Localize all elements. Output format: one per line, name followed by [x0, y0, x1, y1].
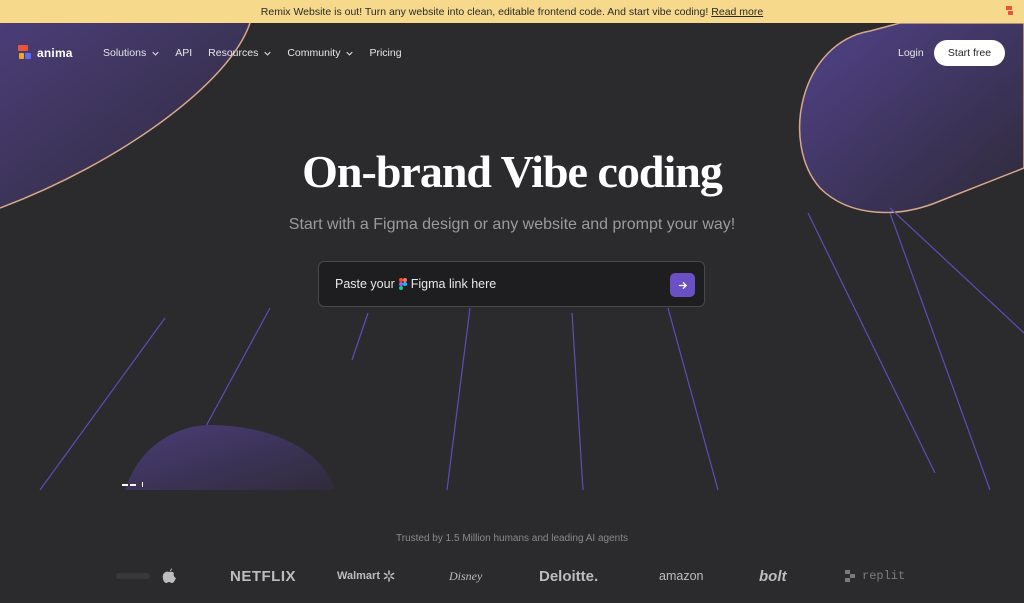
replit-text: replit: [862, 569, 906, 583]
replit-logo: replit: [845, 564, 905, 588]
trusted-text: Trusted by 1.5 Million humans and leadin…: [396, 533, 628, 544]
input-placeholder: Paste your Figma link here: [335, 277, 496, 291]
walmart-logo: Walmart: [337, 564, 395, 588]
nav-item-label: Solutions: [103, 47, 147, 59]
nav-item-label: API: [175, 47, 193, 59]
login-link[interactable]: Login: [898, 47, 924, 59]
hero-subtitle: Start with a Figma design or any website…: [288, 216, 736, 233]
nav-item-label: Pricing: [369, 47, 402, 59]
logo[interactable]: anima: [18, 45, 73, 60]
disney-logo: Disney: [449, 568, 483, 583]
nav-item-community[interactable]: Community: [287, 47, 354, 59]
chevron-down-icon: [152, 51, 159, 56]
nav-item-label: Community: [287, 47, 341, 59]
amazon-logo: amazon: [659, 569, 704, 583]
chevron-down-icon: [346, 51, 354, 56]
start-free-button[interactable]: Start free: [934, 40, 1005, 66]
brand-logos: NETFLIX Walmart Disney Deloitte. amazon …: [0, 564, 1024, 588]
netflix-logo: NETFLIX: [230, 567, 296, 585]
chevron-down-icon: [264, 51, 271, 56]
deloitte-logo: Deloitte.: [539, 567, 599, 585]
arrow-right-icon: [678, 281, 688, 289]
walmart-text: Walmart: [337, 570, 380, 582]
faded-logo: [116, 564, 150, 588]
announcement-bar: Remix Website is out! Turn any website i…: [0, 0, 1024, 23]
bolt-logo: bolt: [759, 567, 787, 585]
nav-item-solutions[interactable]: Solutions: [103, 47, 159, 59]
read-more-link[interactable]: Read more: [711, 6, 763, 18]
hero-background-art: [0, 23, 1024, 490]
anima-badge-icon: [1006, 6, 1013, 15]
replit-icon: [845, 570, 855, 582]
nav-item-api[interactable]: API: [175, 47, 192, 59]
logo-text: anima: [37, 45, 73, 60]
announcement-text: Remix Website is out! Turn any website i…: [260, 5, 709, 18]
apple-logo-icon: [162, 564, 176, 588]
figma-icon: [398, 278, 407, 290]
placeholder-after: Figma link here: [410, 277, 497, 291]
placeholder-before: Paste your: [335, 277, 395, 291]
hero-title: On-brand Vibe coding: [302, 146, 723, 197]
nav-item-label: Resources: [208, 47, 259, 59]
spark-icon: [383, 570, 395, 582]
nav-item-resources[interactable]: Resources: [208, 47, 271, 59]
hero-section: [0, 23, 1024, 490]
top-nav: anima Solutions API Resources Community …: [0, 23, 1024, 83]
nav-menu: Solutions API Resources Community Pricin…: [103, 47, 402, 59]
nav-item-pricing[interactable]: Pricing: [369, 47, 401, 59]
figma-link-input[interactable]: Paste your Figma link here: [318, 261, 705, 307]
anima-logo-icon: [18, 45, 31, 59]
submit-button[interactable]: [670, 273, 695, 297]
